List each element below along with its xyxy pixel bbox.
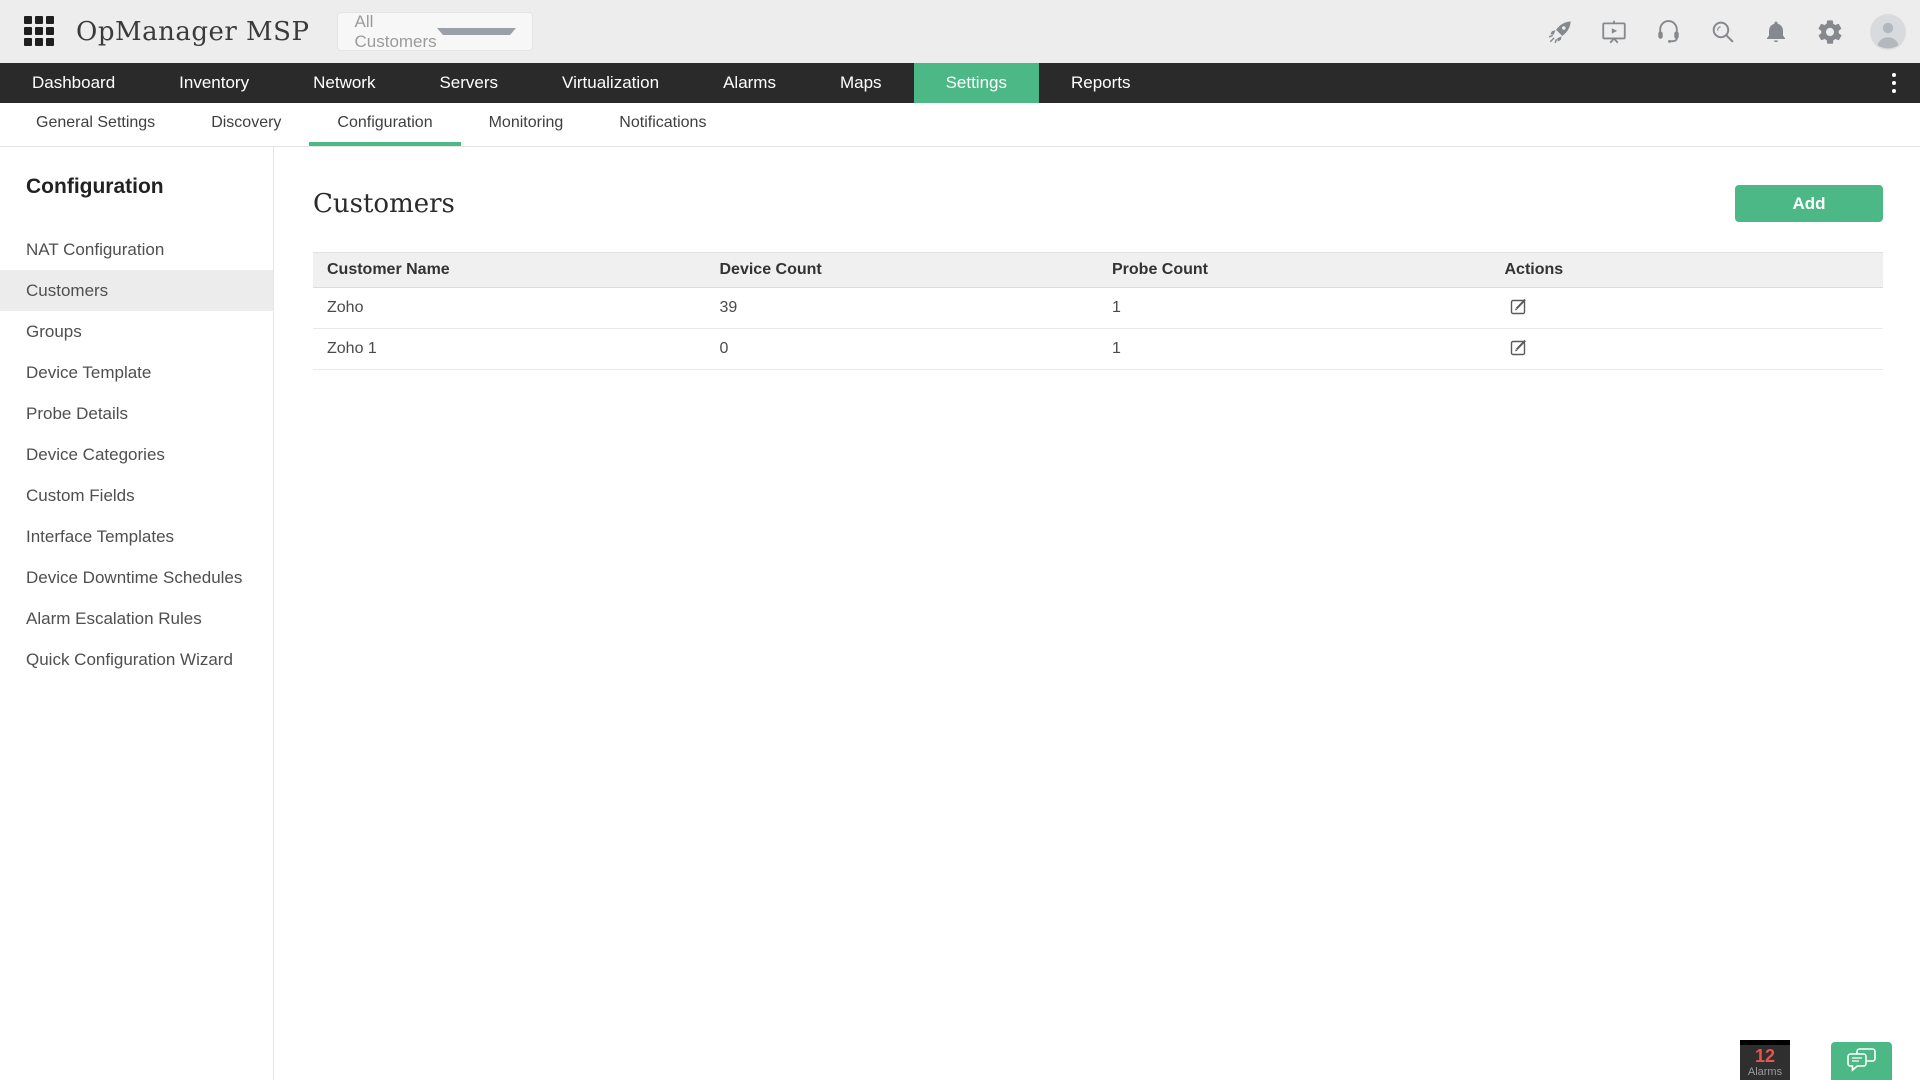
nav-item-virtualization[interactable]: Virtualization xyxy=(530,63,691,103)
notifications-bell-icon[interactable] xyxy=(1762,18,1790,46)
nav-item-reports[interactable]: Reports xyxy=(1039,63,1163,103)
nav-item-dashboard[interactable]: Dashboard xyxy=(0,63,147,103)
cell-customer-name: Zoho 1 xyxy=(327,340,377,357)
alarms-label: Alarms xyxy=(1747,1066,1783,1078)
settings-subnav: General Settings Discovery Configuration… xyxy=(0,103,1920,147)
sidebar-item-groups[interactable]: Groups xyxy=(0,311,273,352)
getting-started-rocket-icon[interactable] xyxy=(1546,18,1574,46)
nav-item-settings[interactable]: Settings xyxy=(913,63,1039,103)
nav-item-inventory[interactable]: Inventory xyxy=(147,63,281,103)
chat-bubbles-icon xyxy=(1846,1048,1876,1072)
customer-selector-value: All Customers xyxy=(354,11,437,51)
sidebar-item-device-categories[interactable]: Device Categories xyxy=(0,434,273,475)
subnav-tab-general-settings[interactable]: General Settings xyxy=(8,103,183,146)
settings-gear-icon[interactable] xyxy=(1816,18,1844,46)
search-icon[interactable] xyxy=(1708,18,1736,46)
sidebar-item-device-downtime-schedules[interactable]: Device Downtime Schedules xyxy=(0,557,273,598)
edit-customer-icon[interactable] xyxy=(1509,337,1529,357)
cell-probe-count: 1 xyxy=(1112,299,1121,316)
main-content: Customers Add Customer Name Device Count… xyxy=(274,147,1920,1080)
main-navigation: Dashboard Inventory Network Servers Virt… xyxy=(0,63,1920,103)
nav-item-maps[interactable]: Maps xyxy=(808,63,914,103)
cell-customer-name: Zoho xyxy=(327,299,364,316)
sidebar-item-custom-fields[interactable]: Custom Fields xyxy=(0,475,273,516)
table-row[interactable]: Zoho 39 1 xyxy=(313,288,1883,329)
column-header-device-count: Device Count xyxy=(719,261,822,278)
edit-customer-icon[interactable] xyxy=(1509,296,1529,316)
add-customer-button[interactable]: Add xyxy=(1735,185,1883,222)
column-header-actions: Actions xyxy=(1504,261,1564,278)
support-headset-icon[interactable] xyxy=(1654,18,1682,46)
subnav-tab-configuration[interactable]: Configuration xyxy=(309,103,461,146)
nav-item-servers[interactable]: Servers xyxy=(407,63,530,103)
top-bar: OpManager MSP All Customers xyxy=(0,0,1920,63)
alarms-count: 12 xyxy=(1754,1046,1776,1066)
nav-item-network[interactable]: Network xyxy=(281,63,407,103)
user-avatar[interactable] xyxy=(1870,13,1906,50)
topbar-icon-group xyxy=(1546,13,1906,50)
sidebar-item-probe-details[interactable]: Probe Details xyxy=(0,393,273,434)
cell-device-count: 0 xyxy=(719,340,729,357)
demo-presentation-icon[interactable] xyxy=(1600,18,1628,46)
cell-device-count: 39 xyxy=(719,299,738,316)
configuration-sidebar: Configuration NAT Configuration Customer… xyxy=(0,147,274,1080)
subnav-tab-discovery[interactable]: Discovery xyxy=(183,103,309,146)
nav-overflow-menu-icon[interactable] xyxy=(1886,63,1902,103)
column-header-customer-name: Customer Name xyxy=(327,261,450,278)
sidebar-title: Configuration xyxy=(26,175,164,198)
live-chat-button[interactable] xyxy=(1831,1042,1892,1080)
chevron-down-icon xyxy=(436,28,517,35)
sidebar-item-alarm-escalation-rules[interactable]: Alarm Escalation Rules xyxy=(0,598,273,639)
nav-item-alarms[interactable]: Alarms xyxy=(691,63,808,103)
sidebar-item-quick-configuration-wizard[interactable]: Quick Configuration Wizard xyxy=(0,639,273,680)
column-header-probe-count: Probe Count xyxy=(1112,261,1208,278)
customer-selector-dropdown[interactable]: All Customers xyxy=(337,11,534,51)
app-title: OpManager MSP xyxy=(76,16,310,47)
table-header-row: Customer Name Device Count Probe Count A… xyxy=(313,252,1883,288)
sidebar-item-customers[interactable]: Customers xyxy=(0,270,273,311)
page-title: Customers xyxy=(313,188,455,219)
alarms-counter-badge[interactable]: 12 Alarms xyxy=(1740,1040,1790,1080)
sidebar-item-nat-configuration[interactable]: NAT Configuration xyxy=(0,229,273,270)
subnav-tab-notifications[interactable]: Notifications xyxy=(591,103,734,146)
table-row[interactable]: Zoho 1 0 1 xyxy=(313,329,1883,370)
customers-table: Customer Name Device Count Probe Count A… xyxy=(313,252,1883,370)
sidebar-item-device-template[interactable]: Device Template xyxy=(0,352,273,393)
sidebar-item-interface-templates[interactable]: Interface Templates xyxy=(0,516,273,557)
cell-probe-count: 1 xyxy=(1112,340,1121,357)
subnav-tab-monitoring[interactable]: Monitoring xyxy=(461,103,592,146)
apps-grid-icon[interactable] xyxy=(24,15,56,48)
